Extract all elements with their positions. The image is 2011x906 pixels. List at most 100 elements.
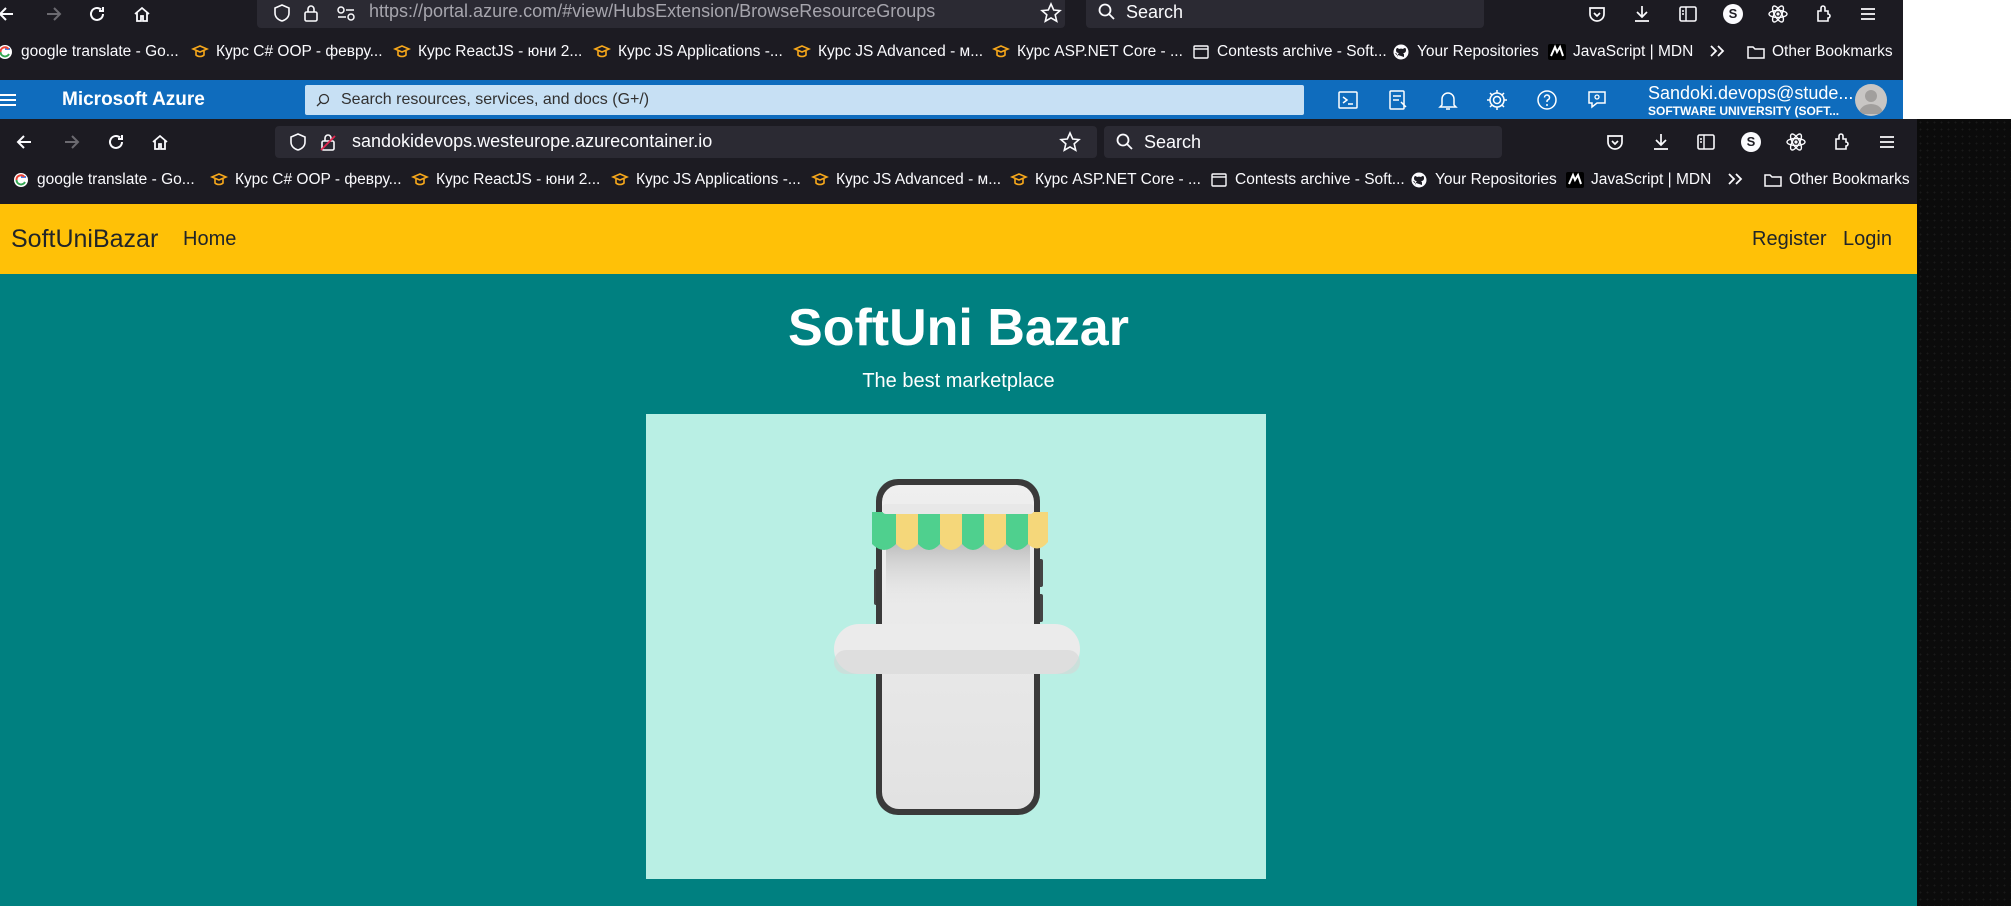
directory-filter-icon[interactable] — [1386, 88, 1410, 112]
bookmark-item[interactable]: Contests archive - Soft... — [1210, 171, 1405, 189]
sidebar-icon[interactable] — [1695, 131, 1717, 153]
bookmark-label: Contests archive - Soft... — [1217, 43, 1387, 60]
bookmark-label: google translate - Go... — [21, 43, 179, 60]
softuni-icon — [611, 171, 629, 189]
search-icon — [316, 93, 330, 107]
bookmark-label: JavaScript | MDN — [1591, 171, 1712, 188]
back-search-box[interactable]: Search — [1086, 0, 1484, 28]
bookmark-label: Your Repositories — [1435, 171, 1557, 188]
lock-icon[interactable] — [302, 3, 320, 23]
bookmark-label: JavaScript | MDN — [1573, 43, 1694, 60]
cloud-shell-icon[interactable] — [1336, 88, 1360, 112]
avatar[interactable] — [1855, 84, 1887, 116]
mdn-icon — [1566, 171, 1584, 189]
back-arrow-icon[interactable] — [14, 131, 36, 153]
shield-icon[interactable] — [273, 4, 291, 22]
profile-avatar[interactable]: S — [1722, 3, 1744, 25]
brand-link[interactable]: SoftUniBazar — [11, 225, 158, 254]
site-navbar: SoftUniBazar Home Register Login — [0, 204, 1917, 274]
downloads-icon[interactable] — [1650, 131, 1672, 153]
help-icon[interactable] — [1535, 88, 1559, 112]
react-devtools-icon[interactable] — [1767, 3, 1789, 25]
bookmark-label: Contests archive - Soft... — [1235, 171, 1405, 188]
softuni-icon — [210, 171, 228, 189]
forward-arrow-icon[interactable] — [42, 3, 64, 25]
bookmark-item[interactable]: Курс C# OOP - февру... — [191, 43, 383, 61]
bookmark-item[interactable]: Your Repositories — [1410, 171, 1557, 189]
bookmark-item[interactable]: JavaScript | MDN — [1548, 43, 1693, 61]
profile-avatar[interactable]: S — [1740, 131, 1762, 153]
other-bookmarks[interactable]: Other Bookmarks — [1747, 43, 1893, 61]
azure-title[interactable]: Microsoft Azure — [62, 89, 205, 111]
bookmark-item[interactable]: Your Repositories — [1392, 43, 1539, 61]
forward-arrow-icon[interactable] — [60, 131, 82, 153]
bookmark-item[interactable]: google translate - Go... — [12, 171, 195, 189]
feedback-icon[interactable] — [1585, 88, 1609, 112]
menu-icon[interactable] — [1876, 131, 1898, 153]
azure-search-placeholder: Search resources, services, and docs (G+… — [341, 91, 650, 108]
search-icon — [1116, 133, 1134, 151]
permissions-icon[interactable] — [336, 5, 356, 21]
back-arrow-icon[interactable] — [0, 3, 18, 25]
reload-icon[interactable] — [105, 131, 127, 153]
bookmark-star-icon[interactable] — [1040, 2, 1062, 24]
softuni-icon — [393, 43, 411, 61]
softuni-icon — [191, 43, 209, 61]
extensions-icon[interactable] — [1831, 131, 1853, 153]
front-address-bar[interactable]: sandokidevops.westeurope.azurecontainer.… — [275, 126, 1097, 158]
softuni-icon — [811, 171, 829, 189]
react-devtools-icon[interactable] — [1785, 131, 1807, 153]
bookmarks-overflow-icon[interactable] — [1726, 171, 1744, 187]
nav-register-link[interactable]: Register — [1752, 228, 1826, 251]
bookmark-label: Курс ReactJS - юни 2... — [436, 171, 601, 188]
settings-gear-icon[interactable] — [1485, 88, 1509, 112]
back-address-bar[interactable]: https://portal.azure.com/#view/HubsExten… — [257, 0, 1065, 28]
bookmark-item[interactable]: Курс JS Applications -... — [593, 43, 783, 61]
downloads-icon[interactable] — [1631, 3, 1653, 25]
softuni-icon — [992, 43, 1010, 61]
bookmark-item[interactable]: Курс ASP.NET Core - ... — [992, 43, 1183, 61]
bookmark-item[interactable]: google translate - Go... — [0, 43, 179, 61]
search-placeholder: Search — [1126, 2, 1184, 22]
softuni-icon — [1010, 171, 1028, 189]
insecure-lock-icon[interactable] — [319, 132, 337, 152]
back-browser-window: https://portal.azure.com/#view/HubsExten… — [0, 0, 1903, 119]
pocket-icon[interactable] — [1586, 3, 1608, 25]
page-icon — [1210, 171, 1228, 189]
bookmark-item[interactable]: Курс ReactJS - юни 2... — [393, 43, 582, 61]
softuni-icon — [593, 43, 611, 61]
bookmark-star-icon[interactable] — [1059, 131, 1081, 153]
notifications-icon[interactable] — [1436, 88, 1460, 112]
home-icon[interactable] — [149, 131, 171, 153]
bookmark-item[interactable]: Курс JS Advanced - м... — [811, 171, 1001, 189]
front-url-text[interactable]: sandokidevops.westeurope.azurecontainer.… — [352, 131, 712, 152]
reload-icon[interactable] — [86, 3, 108, 25]
hamburger-icon[interactable] — [0, 92, 18, 108]
profile-letter: S — [1741, 132, 1761, 152]
menu-icon[interactable] — [1857, 3, 1879, 25]
bookmark-item[interactable]: JavaScript | MDN — [1566, 171, 1711, 189]
extensions-icon[interactable] — [1813, 3, 1835, 25]
back-url-text[interactable]: https://portal.azure.com/#view/HubsExten… — [369, 1, 935, 22]
home-icon[interactable] — [131, 3, 153, 25]
bookmarks-overflow-icon[interactable] — [1708, 43, 1726, 59]
bookmark-item[interactable]: Курс ReactJS - юни 2... — [411, 171, 600, 189]
shield-icon[interactable] — [289, 133, 307, 151]
pocket-icon[interactable] — [1604, 131, 1626, 153]
google-icon — [0, 43, 14, 61]
hero-image — [646, 414, 1266, 879]
azure-user-name[interactable]: Sandoki.devops@stude... — [1648, 83, 1853, 104]
front-search-box[interactable]: Search — [1104, 126, 1502, 158]
azure-search-input[interactable]: Search resources, services, and docs (G+… — [305, 85, 1304, 115]
nav-login-link[interactable]: Login — [1843, 228, 1892, 251]
phone-shop-illustration — [834, 479, 1080, 815]
bookmark-item[interactable]: Курс JS Advanced - м... — [793, 43, 983, 61]
nav-home-link[interactable]: Home — [183, 228, 236, 251]
bookmark-item[interactable]: Курс JS Applications -... — [611, 171, 801, 189]
sidebar-icon[interactable] — [1677, 3, 1699, 25]
bookmark-item[interactable]: Курс C# OOP - февру... — [210, 171, 402, 189]
other-bookmarks[interactable]: Other Bookmarks — [1764, 171, 1910, 189]
bookmark-item[interactable]: Курс ASP.NET Core - ... — [1010, 171, 1201, 189]
bookmark-item[interactable]: Contests archive - Soft... — [1192, 43, 1387, 61]
page-icon — [1192, 43, 1210, 61]
